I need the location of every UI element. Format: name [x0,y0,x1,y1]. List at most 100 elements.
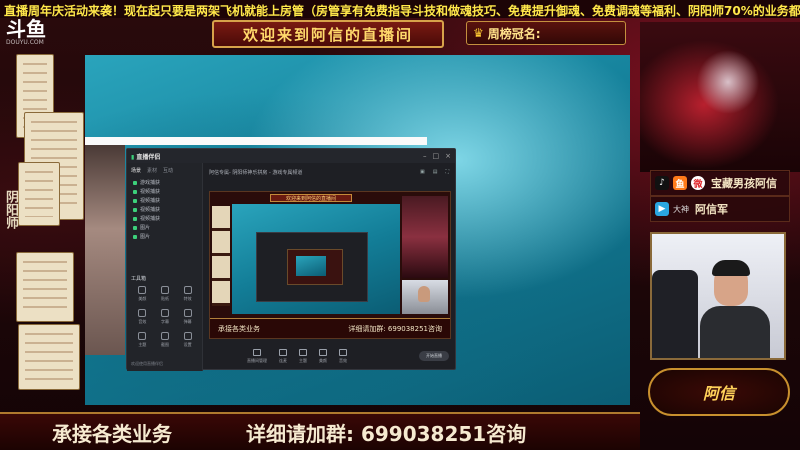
sticker-icon [160,286,169,294]
tool-label: 主题 [138,342,147,347]
eye-icon[interactable] [133,207,137,212]
sidebar-tabs: 场景 素材 互动 [127,163,202,178]
theme-button[interactable]: 主题 [299,348,307,364]
tool-label: 字幕 [160,319,169,324]
bottom-banner-left: 承接各类业务 [52,421,172,446]
bilibili-icon: ▶ [655,202,669,216]
bottom-business-banner: 承接各类业务 详细请加群: 699038251咨询 [0,412,640,450]
bottom-item-label: 美颜 [319,357,327,363]
weekly-rank-panel: ♛ 周榜冠名: [466,21,626,45]
source-item[interactable]: 图片 [127,223,202,232]
app-header: 阿信专属- 阴阳师神乐拼房 - 游戏专属频道 ▣ ▤ ⛶ [203,163,455,181]
toolbox-header: 工具箱 [131,276,147,282]
layout-icon[interactable]: ▤ [433,169,438,175]
social-panel: ♪ 鱼 微 宝藏男孩阿信 ▶ 大神 阿信军 [650,170,790,222]
source-label: 视频捕获 [140,216,161,222]
link-mic-button[interactable]: 连麦 [279,348,287,364]
tool-theme[interactable]: 主题 [131,332,154,348]
streaming-app-window[interactable]: ▮ 直播伴侣 – □ × 场景 素材 互动 游戏捕获 视频捕获 视频捕获 视频捕… [126,148,456,371]
source-item[interactable]: 视频捕获 [127,196,202,205]
window-controls: – □ × [423,152,451,160]
tool-settings[interactable]: 设置 [176,332,199,348]
tool-effect[interactable]: 特效 [176,286,199,302]
shikigami-card [18,162,60,226]
webcam-body [700,306,770,358]
tool-label: 美颜 [138,296,147,301]
webcam-chair [652,270,698,358]
app-bottom-toolbar: 直播间管理 连麦 主题 美颜 音效 开始直播 [203,343,455,369]
preview-banner: 欢迎来到阿信的直播间 [270,194,352,202]
maximize-icon[interactable]: □ [433,152,440,160]
tab-scenes[interactable]: 场景 [131,167,141,174]
eye-icon[interactable] [133,198,137,203]
theme-icon [138,332,147,340]
lock-icon[interactable]: ▣ [420,169,425,175]
screenshot-icon [160,332,169,340]
source-item[interactable]: 图片 [127,232,202,241]
tool-label: 贴纸 [160,296,169,301]
streamer-badge: 阿信 [648,368,790,416]
preview-bottom-banner: 承接各类业务 详细请加群: 699038251咨询 [210,318,450,338]
bottom-banner-right: 详细请加群: 699038251咨询 [246,421,527,446]
tool-beauty[interactable]: 美颜 [131,286,154,302]
browser-topbar [85,137,427,145]
tab-materials[interactable]: 素材 [147,167,157,174]
marquee-text: 直播周年庆活动来袭！现在起只要是两架飞机就能上房管（房管享有免费指导斗技和做魂技… [4,4,800,18]
shikigami-card [16,252,74,322]
eye-icon[interactable] [133,189,137,194]
tool-danmaku[interactable]: 弹幕 [176,309,199,325]
tiktok-icon: ♪ [655,176,669,190]
social-row: ♪ 鱼 微 宝藏男孩阿信 [650,170,790,196]
close-icon[interactable]: × [445,152,451,160]
social-handle: 阿信军 [695,203,728,216]
source-item[interactable]: 视频捕获 [127,214,202,223]
app-sidebar: 场景 素材 互动 游戏捕获 视频捕获 视频捕获 视频捕获 视频捕获 图片 图片 … [127,163,203,371]
room-icon [253,348,261,356]
welcome-banner: 欢迎来到阿信的直播间 [212,20,444,48]
eye-icon[interactable] [133,234,137,239]
preview-cards [212,206,230,306]
start-live-button[interactable]: 开始直播 [419,351,449,361]
preview-bottom-left: 承接各类业务 [218,324,260,333]
mic-icon [279,348,287,356]
tool-sound[interactable]: 音效 [131,309,154,325]
sound-icon [138,309,147,317]
eye-icon[interactable] [133,216,137,221]
tool-screenshot[interactable]: 截图 [154,332,177,348]
source-label: 视频捕获 [140,198,161,204]
source-label: 图片 [140,234,151,240]
sidebar-footer: 欢迎使用直播伴侣 [131,361,163,366]
weibo-icon: 微 [691,176,705,190]
minimize-icon[interactable]: – [423,152,427,160]
subtitle-icon [160,309,169,317]
tab-interact[interactable]: 互动 [163,167,173,174]
crown-icon: ♛ [473,26,484,40]
tool-label: 截图 [160,342,169,347]
beauty-button[interactable]: 美颜 [319,348,327,364]
photo-strip [85,145,125,355]
preview-nested-screen [287,249,343,285]
eye-icon[interactable] [133,180,137,185]
app-titlebar[interactable]: ▮ 直播伴侣 – □ × [127,149,455,163]
eye-icon[interactable] [133,225,137,230]
tool-label: 设置 [183,342,192,347]
gear-icon [183,332,192,340]
beauty-icon [319,348,327,356]
source-item[interactable]: 游戏捕获 [127,178,202,187]
tool-sticker[interactable]: 贴纸 [154,286,177,302]
source-item[interactable]: 视频捕获 [127,187,202,196]
stream-title[interactable]: 阿信专属- 阴阳师神乐拼房 - 游戏专属频道 [209,169,302,176]
room-manage-button[interactable]: 直播间管理 [247,348,267,364]
effect-icon [183,286,192,294]
bottom-item-label: 直播间管理 [247,357,267,363]
stream-preview[interactable]: 欢迎来到阿信的直播间 承接各类业务 详细请加群: 699038251咨询 [209,191,451,339]
weekly-label: 周榜冠名: [487,26,541,41]
tool-subtitle[interactable]: 字幕 [154,309,177,325]
bottom-item-label: 音效 [339,357,347,363]
sound-button[interactable]: 音效 [339,348,347,364]
source-item[interactable]: 视频捕获 [127,205,202,214]
fullscreen-icon[interactable]: ⛶ [445,169,449,175]
preview-character-art [402,196,448,278]
bottom-item-label: 主题 [299,357,307,363]
preview-webcam [402,280,448,314]
